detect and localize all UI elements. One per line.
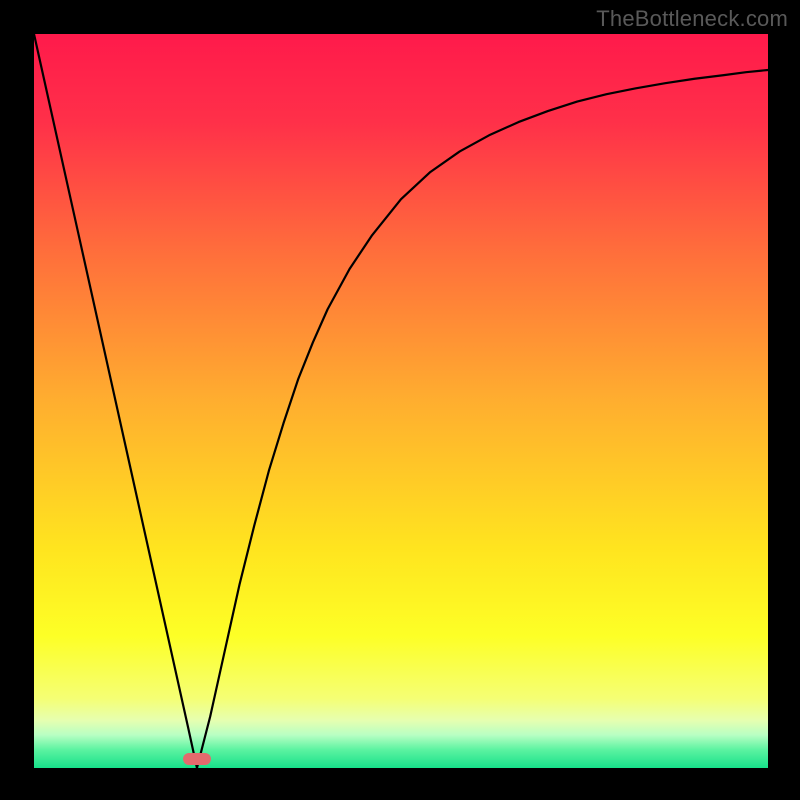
attribution-label: TheBottleneck.com [596, 6, 788, 32]
minimum-marker [183, 753, 211, 765]
chart-frame: TheBottleneck.com [0, 0, 800, 800]
bottleneck-curve [34, 34, 768, 768]
plot-area [34, 34, 768, 768]
